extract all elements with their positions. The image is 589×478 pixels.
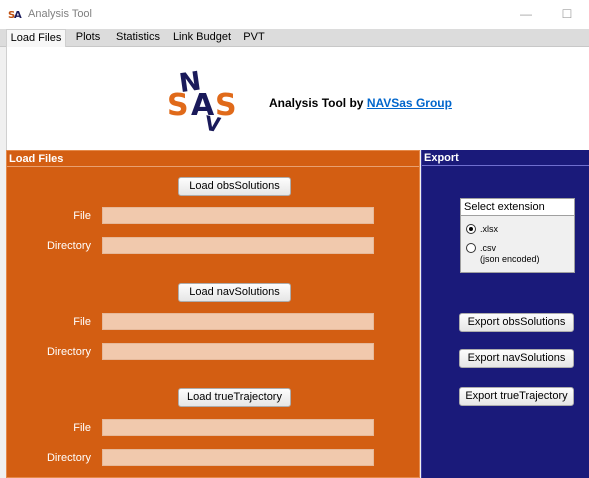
obs-file-field[interactable] <box>102 207 374 224</box>
true-file-field[interactable] <box>102 419 374 436</box>
select-extension-group: Select extension .xlsx .csv (json encode… <box>460 198 575 273</box>
export-panel: Export Select extension .xlsx .csv (json… <box>421 150 589 478</box>
nav-file-label: File <box>73 316 91 328</box>
window-title: Analysis Tool <box>28 8 92 20</box>
tab-pvt[interactable]: PVT <box>238 29 270 47</box>
obs-directory-label: Directory <box>46 240 91 252</box>
csv-radio-sublabel: (json encoded) <box>480 254 540 264</box>
export-title: Export <box>424 152 459 164</box>
tab-link-budget[interactable]: Link Budget <box>170 29 234 47</box>
nav-directory-field[interactable] <box>102 343 374 360</box>
load-files-divider <box>7 166 419 167</box>
tab-plots[interactable]: Plots <box>70 29 106 47</box>
tab-load-files[interactable]: Load Files <box>6 29 66 48</box>
load-truetrajectory-button[interactable]: Load trueTrajectory <box>178 388 291 407</box>
tab-bar: Load Files Plots Statistics Link Budget … <box>0 29 589 48</box>
navsas-logo: N S A S V <box>167 67 237 132</box>
nav-file-field[interactable] <box>102 313 374 330</box>
obs-file-label: File <box>73 210 91 222</box>
header-title: Analysis Tool by NAVSas Group <box>269 96 452 110</box>
true-directory-field[interactable] <box>102 449 374 466</box>
csv-radio-label: .csv <box>480 243 497 253</box>
obs-directory-field[interactable] <box>102 237 374 254</box>
xlsx-radio-label: .xlsx <box>480 224 498 234</box>
maximize-button[interactable]: ☐ <box>557 6 577 22</box>
minimize-button[interactable]: — <box>516 6 536 22</box>
csv-radio[interactable] <box>466 243 476 253</box>
svg-text:S: S <box>167 88 189 123</box>
select-extension-title: Select extension <box>461 199 574 216</box>
navsas-group-link[interactable]: NAVSas Group <box>367 96 452 110</box>
app-icon: S A <box>8 10 22 20</box>
true-file-label: File <box>73 422 91 434</box>
title-bar: S A Analysis Tool — ☐ <box>0 0 589 29</box>
app-window: S A Analysis Tool — ☐ Load Files Plots S… <box>0 0 589 478</box>
svg-text:V: V <box>203 111 223 132</box>
load-files-title: Load Files <box>9 153 64 165</box>
xlsx-radio[interactable] <box>466 224 476 234</box>
export-obssolutions-button[interactable]: Export obsSolutions <box>459 313 574 332</box>
svg-text:A: A <box>14 10 22 20</box>
tab-statistics[interactable]: Statistics <box>110 29 166 47</box>
load-obssolutions-button[interactable]: Load obsSolutions <box>178 177 291 196</box>
load-files-panel: Load Files Load obsSolutions File Direct… <box>6 150 420 478</box>
header-area: N S A S V Analysis Tool by NAVSas Group <box>6 47 589 150</box>
load-navsolutions-button[interactable]: Load navSolutions <box>178 283 291 302</box>
nav-directory-label: Directory <box>46 346 91 358</box>
header-title-prefix: Analysis Tool by <box>269 96 367 110</box>
export-truetrajectory-button[interactable]: Export trueTrajectory <box>459 387 574 406</box>
export-navsolutions-button[interactable]: Export navSolutions <box>459 349 574 368</box>
export-divider <box>422 165 589 166</box>
true-directory-label: Directory <box>46 452 91 464</box>
